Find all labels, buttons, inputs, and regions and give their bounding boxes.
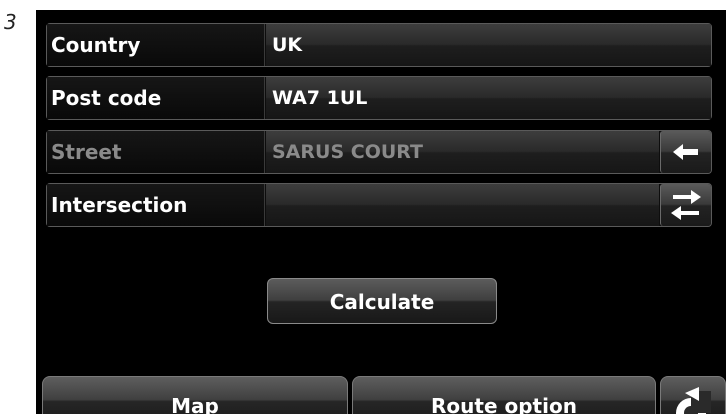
calculate-button[interactable]: Calculate bbox=[267, 278, 497, 324]
street-back-button[interactable] bbox=[660, 131, 711, 173]
postcode-value[interactable]: WA7 1UL bbox=[266, 77, 711, 119]
left-arrow-icon bbox=[673, 144, 698, 160]
street-label: Street bbox=[47, 131, 265, 173]
street-row[interactable]: Street SARUS COURT bbox=[46, 130, 712, 174]
postcode-label: Post code bbox=[47, 77, 265, 119]
back-button[interactable] bbox=[660, 376, 726, 414]
intersection-row[interactable]: Intersection bbox=[46, 183, 712, 227]
route-option-button[interactable]: Route option bbox=[352, 376, 656, 414]
nav-screen: Country UK Post code WA7 1UL Street SARU… bbox=[36, 10, 726, 414]
street-value[interactable]: SARUS COURT bbox=[266, 131, 659, 173]
page: 3 Country UK Post code WA7 1UL Street SA… bbox=[0, 0, 726, 414]
figure-number: 3 bbox=[4, 10, 17, 34]
country-value[interactable]: UK bbox=[266, 24, 711, 66]
map-button[interactable]: Map bbox=[42, 376, 348, 414]
swap-arrows-icon bbox=[671, 190, 701, 220]
intersection-label: Intersection bbox=[47, 184, 265, 226]
intersection-swap-button[interactable] bbox=[660, 184, 711, 226]
country-label: Country bbox=[47, 24, 265, 66]
intersection-value[interactable] bbox=[266, 184, 659, 226]
postcode-row[interactable]: Post code WA7 1UL bbox=[46, 76, 712, 120]
country-row[interactable]: Country UK bbox=[46, 23, 712, 67]
back-icon bbox=[676, 387, 711, 414]
